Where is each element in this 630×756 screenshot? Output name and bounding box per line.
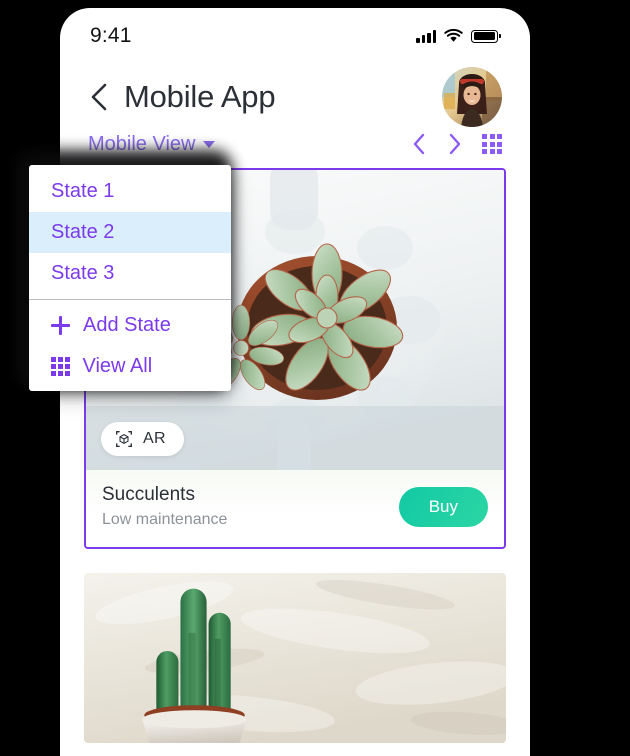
status-bar-icons bbox=[416, 29, 501, 43]
dropdown-item-label: Add State bbox=[83, 314, 171, 336]
buy-button[interactable]: Buy bbox=[398, 486, 488, 527]
back-chevron-icon[interactable] bbox=[88, 82, 110, 112]
product-card-text: Succulents Low maintenance bbox=[102, 484, 227, 529]
product-subtitle: Low maintenance bbox=[102, 511, 228, 528]
dropdown-item-label: State 1 bbox=[51, 180, 115, 202]
chevron-right-icon[interactable] bbox=[447, 133, 462, 155]
dropdown-item-view-all[interactable]: View All bbox=[29, 346, 231, 387]
dropdown-item-state-2[interactable]: State 2 bbox=[29, 212, 231, 253]
dropdown-item-state-3[interactable]: State 3 bbox=[29, 253, 231, 294]
chevron-left-icon[interactable] bbox=[412, 133, 427, 155]
ar-cube-icon bbox=[116, 431, 132, 447]
dropdown-item-add-state[interactable]: Add State bbox=[29, 305, 231, 346]
wifi-icon bbox=[444, 29, 463, 42]
grid-icon bbox=[51, 357, 70, 376]
plus-icon bbox=[51, 316, 70, 335]
toolbar-actions bbox=[412, 133, 502, 155]
status-bar: 9:41 bbox=[60, 8, 530, 64]
dropdown-item-label: View All bbox=[82, 355, 153, 377]
battery-full-icon bbox=[471, 29, 501, 43]
dropdown-item-label: State 3 bbox=[51, 262, 115, 284]
product-title: Succulents bbox=[102, 484, 195, 505]
cactus-plant-photo bbox=[84, 573, 506, 743]
user-avatar-image bbox=[442, 67, 502, 127]
ar-badge-label: AR bbox=[143, 430, 166, 447]
dropdown-item-state-1[interactable]: State 1 bbox=[29, 171, 231, 212]
grid-view-icon[interactable] bbox=[482, 134, 502, 154]
page-title: Mobile App bbox=[124, 79, 276, 114]
screenshot-stage: 9:41 Mobile App Mobile View AR Succulent… bbox=[0, 0, 630, 756]
status-bar-clock: 9:41 bbox=[90, 24, 132, 47]
state-dropdown-menu: State 1 State 2 State 3 Add State View A… bbox=[29, 165, 231, 391]
dropdown-divider bbox=[29, 299, 231, 300]
product-card-cactus[interactable] bbox=[84, 573, 506, 743]
product-card-body: Succulents Low maintenance Buy bbox=[86, 470, 504, 547]
dropdown-item-label: State 2 bbox=[51, 221, 115, 243]
ar-badge[interactable]: AR bbox=[101, 422, 184, 456]
cellular-signal-icon bbox=[416, 29, 436, 43]
caret-down-icon bbox=[203, 140, 216, 148]
avatar[interactable] bbox=[442, 67, 502, 127]
app-header: Mobile App bbox=[60, 64, 530, 127]
